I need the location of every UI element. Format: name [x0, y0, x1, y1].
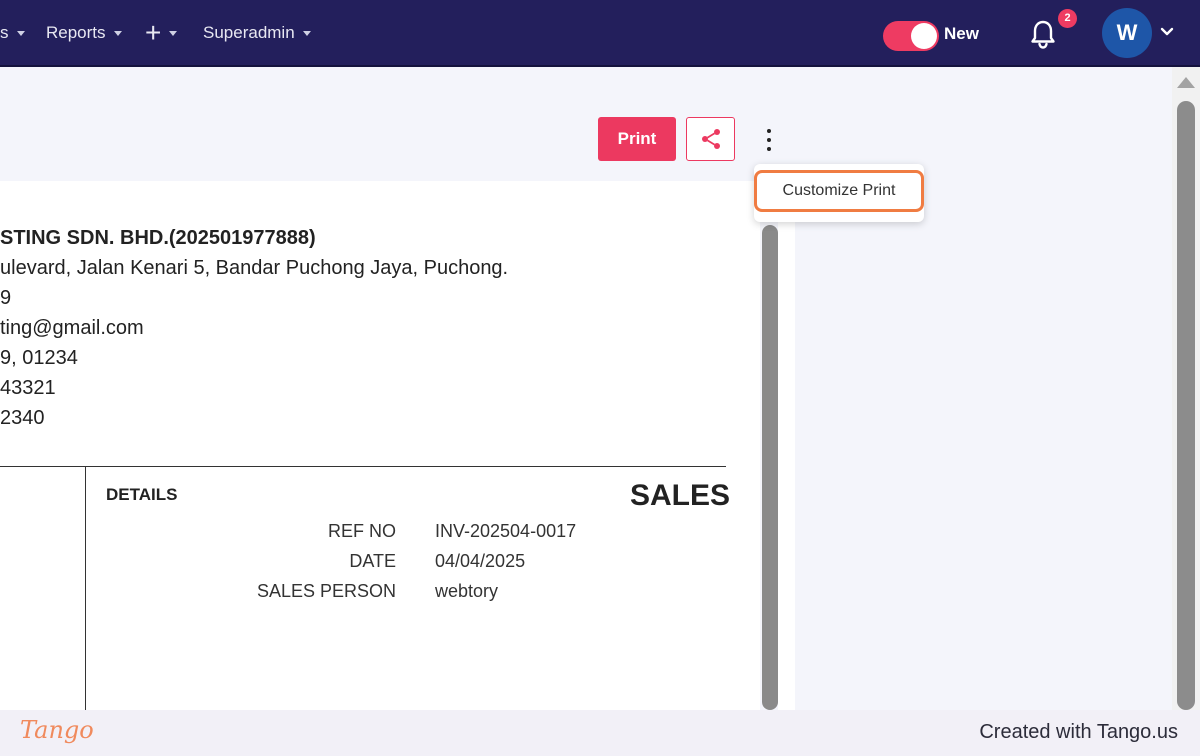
- tango-credit: Created with Tango.us: [979, 721, 1178, 743]
- user-avatar[interactable]: W: [1102, 8, 1152, 58]
- more-options-menu: Customize Print: [754, 164, 924, 222]
- kebab-icon: [767, 138, 771, 142]
- print-button[interactable]: Print: [598, 117, 676, 161]
- scroll-up-arrow-icon[interactable]: [1177, 77, 1195, 88]
- chevron-down-icon: [302, 30, 311, 36]
- main-content: Print STING SDN. BHD.(202501977888) ulev…: [0, 67, 1200, 710]
- more-options-button[interactable]: [760, 127, 778, 153]
- detail-label-ref-no: REF NO: [327, 521, 396, 541]
- nav-item-reports[interactable]: Reports: [46, 22, 122, 44]
- chevron-down-icon[interactable]: [1160, 27, 1174, 37]
- details-heading: DETAILS: [106, 485, 178, 504]
- nav-item-label: Reports: [46, 23, 106, 42]
- address-line: ting@gmail.com: [0, 317, 144, 339]
- nav-item-label: s: [0, 23, 9, 42]
- toggle-knob: [911, 23, 937, 49]
- nav-item-superadmin[interactable]: Superadmin: [203, 22, 311, 44]
- document-edge: [778, 181, 795, 710]
- kebab-icon: [767, 129, 771, 133]
- share-icon: [701, 129, 720, 149]
- new-ui-toggle[interactable]: [883, 21, 939, 51]
- detail-label-sales-person: SALES PERSON: [256, 581, 396, 601]
- chevron-down-icon: [16, 30, 25, 36]
- new-toggle-label: New: [944, 24, 979, 43]
- chevron-down-icon: [113, 30, 122, 36]
- document-scrollbar[interactable]: [762, 225, 778, 710]
- address-line: 2340: [0, 407, 45, 429]
- bell-icon[interactable]: [1028, 18, 1058, 50]
- nav-item-add[interactable]: +: [145, 17, 178, 48]
- detail-label-date: DATE: [349, 551, 396, 571]
- divider: [0, 466, 726, 467]
- share-button[interactable]: [686, 117, 735, 161]
- top-navigation-bar: s Reports + Superadmin New 2 W: [0, 0, 1200, 67]
- nav-item-label: Superadmin: [203, 23, 295, 42]
- company-name: STING SDN. BHD.(202501977888): [0, 227, 316, 249]
- menu-item-customize-print[interactable]: Customize Print: [754, 170, 924, 212]
- detail-value-ref-no: INV-202504-0017: [435, 521, 577, 541]
- notification-badge: 2: [1058, 9, 1077, 28]
- address-line: 9, 01234: [0, 347, 78, 369]
- detail-value-sales-person: webtory: [435, 581, 499, 601]
- address-line: 43321: [0, 377, 56, 399]
- detail-value-date: 04/04/2025: [435, 551, 526, 571]
- kebab-icon: [767, 147, 771, 151]
- tango-footer: Tango Created with Tango.us: [0, 710, 1200, 756]
- nav-item-truncated[interactable]: s: [0, 22, 25, 44]
- address-line: 9: [0, 287, 12, 309]
- document-type-title: SALES: [630, 479, 731, 512]
- address-line: ulevard, Jalan Kenari 5, Bandar Puchong …: [0, 257, 509, 279]
- plus-icon: +: [145, 17, 162, 48]
- chevron-down-icon: [169, 30, 178, 36]
- tango-logo: Tango: [20, 716, 94, 744]
- window-scrollbar-thumb[interactable]: [1177, 101, 1195, 710]
